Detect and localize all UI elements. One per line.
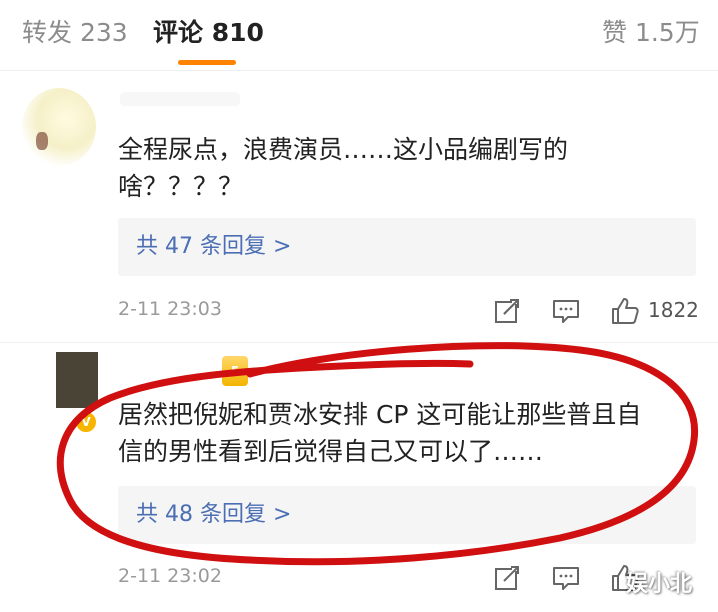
comment-icon[interactable]: [551, 296, 581, 326]
comment-tabs: 转发 233 评论 810 赞 1.5万: [0, 0, 718, 71]
watermark: 娱小北: [626, 572, 693, 597]
like-count: 1822: [648, 298, 699, 322]
comment-divider: [0, 342, 718, 343]
comment-text-line: 信的男性看到后觉得自己又可以了……: [118, 437, 544, 466]
reply-count-box[interactable]: 共 48 条回复 >: [118, 486, 696, 544]
thumbs-up-icon[interactable]: [610, 296, 640, 326]
reply-count-box[interactable]: 共 47 条回复 >: [118, 218, 696, 276]
reply-count-link[interactable]: 共 47 条回复 >: [136, 218, 291, 276]
username-blurred[interactable]: [120, 92, 240, 106]
tabs-divider: [0, 70, 718, 71]
avatar[interactable]: [56, 352, 98, 408]
comment-text: 居然把倪妮和贾冰安排 CP 这可能让那些普且自 信的男性看到后觉得自己又可以了……: [118, 396, 688, 470]
share-icon[interactable]: [492, 296, 522, 326]
timestamp: 2-11 23:02: [118, 565, 222, 587]
comment-text: 全程尿点，浪费演员……这小品编剧写的 啥？？？？: [118, 131, 618, 205]
avatar[interactable]: [22, 88, 96, 166]
comment-icon[interactable]: [551, 563, 581, 593]
comment-text-line: 居然把倪妮和贾冰安排 CP 这可能让那些普且自: [118, 400, 642, 429]
comment-text-line: 啥？？？？: [118, 172, 244, 201]
comment-meta: 2-11 23:03 1822: [118, 290, 708, 330]
comment-text-line: 全程尿点，浪费演员……这小品编剧写的: [118, 135, 569, 164]
vip-badge-icon: 5: [222, 356, 248, 386]
tab-comments[interactable]: 评论 810: [153, 16, 264, 50]
reply-count-link[interactable]: 共 48 条回复 >: [136, 486, 291, 544]
tab-repost[interactable]: 转发 233: [22, 16, 128, 50]
tab-likes[interactable]: 赞 1.5万: [602, 16, 700, 50]
verified-badge-icon: V: [74, 410, 98, 434]
comment-meta: 2-11 23:02: [118, 557, 708, 597]
timestamp: 2-11 23:03: [118, 298, 222, 320]
active-tab-indicator: [178, 60, 236, 65]
share-icon[interactable]: [492, 563, 522, 593]
